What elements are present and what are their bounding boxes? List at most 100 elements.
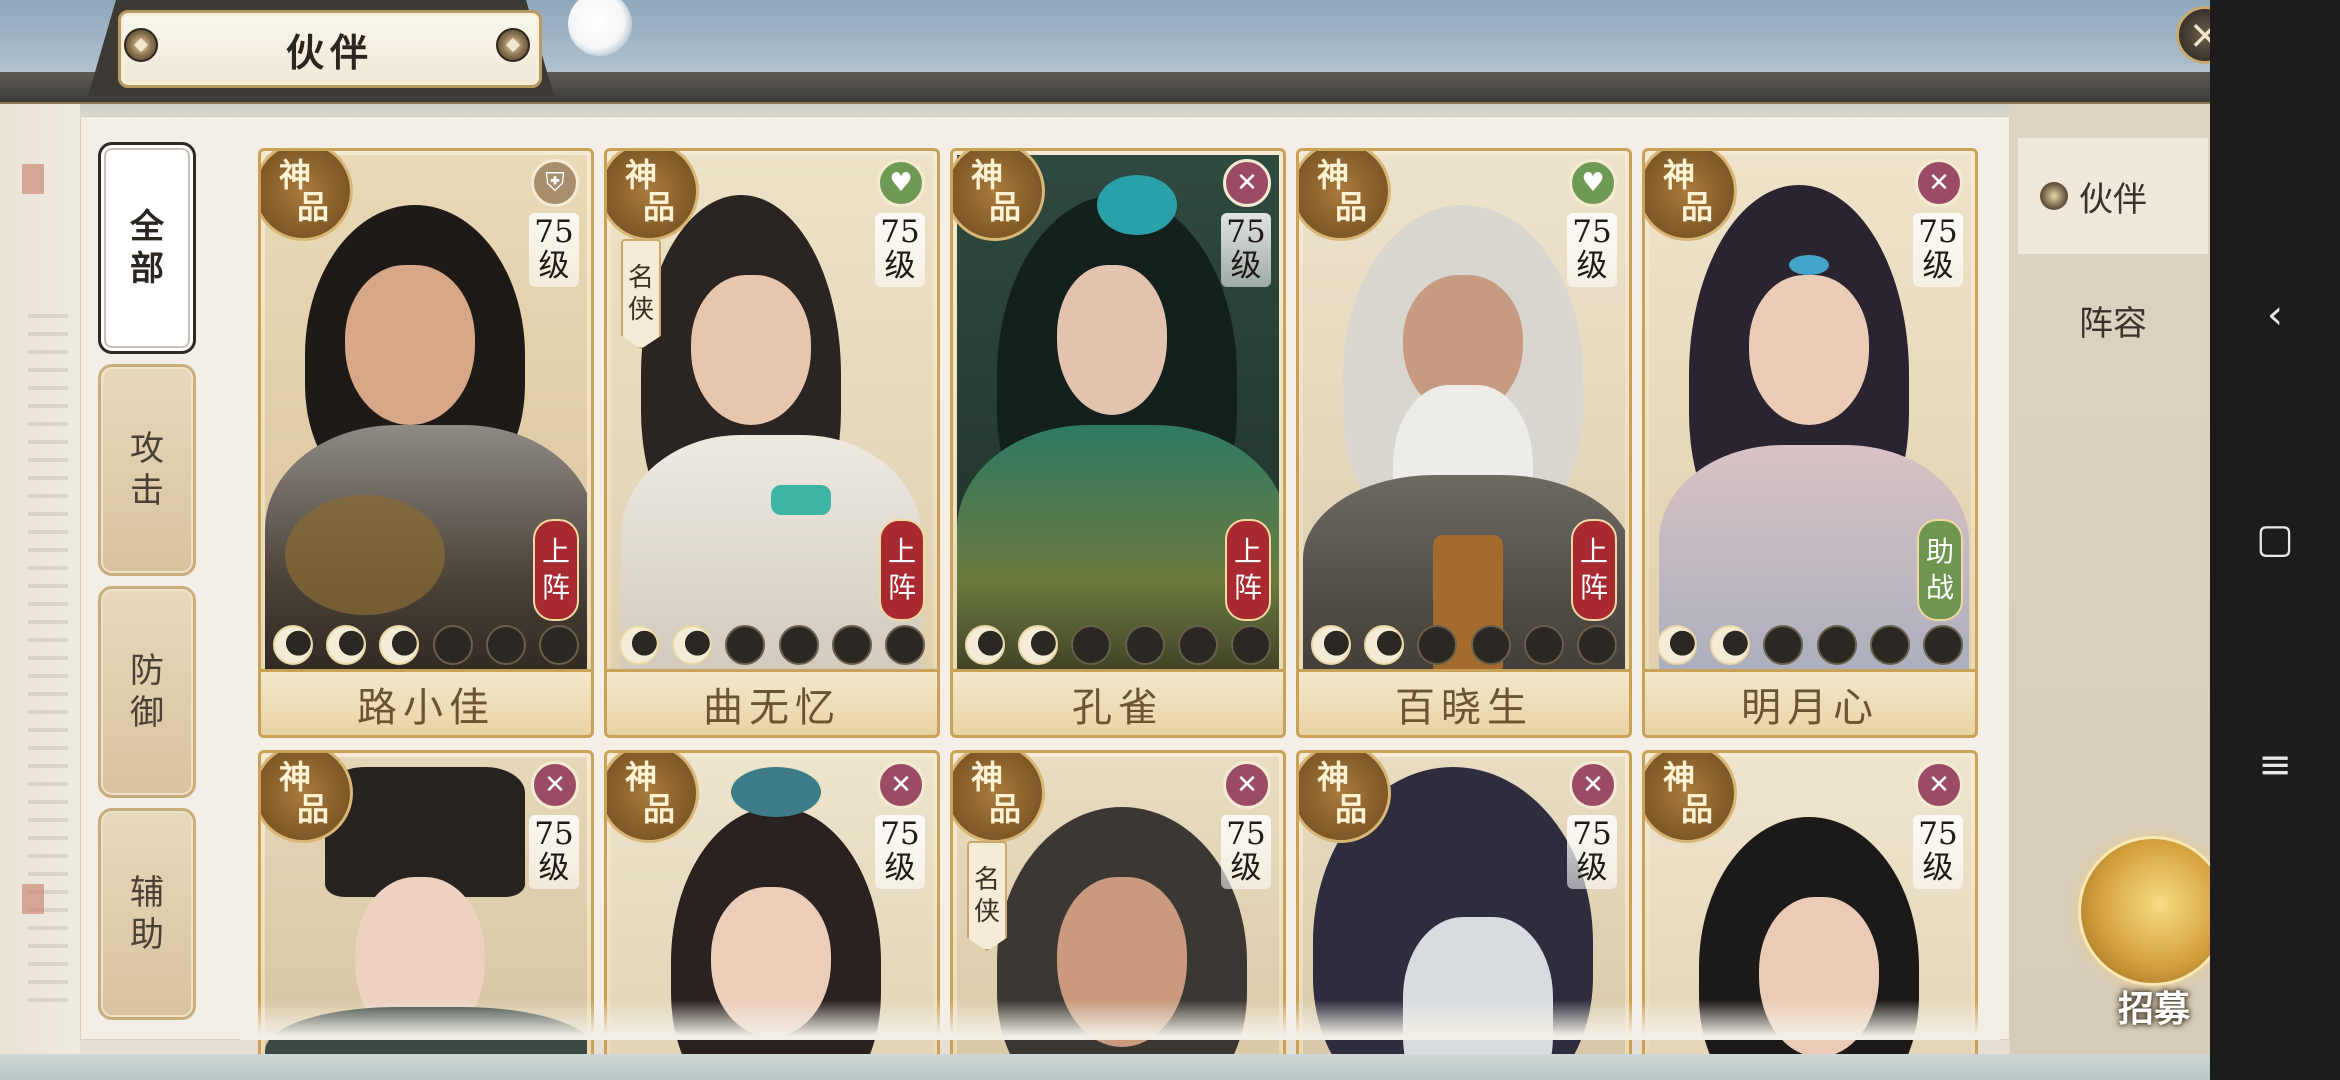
back-button[interactable]: ‹	[2210, 270, 2340, 360]
level-label: 75 级	[1913, 815, 1963, 889]
partner-name: 明月心	[1645, 669, 1975, 735]
filter-label: 御	[130, 693, 164, 733]
recruit-label: 招募	[2117, 988, 2190, 1030]
partner-name: 孔雀	[953, 669, 1283, 735]
filter-tab-defense[interactable]: 防 御	[98, 586, 196, 798]
star-empty-icon	[1071, 625, 1112, 665]
partner-card[interactable]: 神品 ♥ 75 级 上阵 百晓生	[1296, 148, 1632, 738]
partner-card[interactable]: 神品 ✕ 75 级 助战 明月心	[1642, 148, 1978, 738]
level-label: 75 级	[875, 815, 925, 889]
star-empty-icon	[884, 625, 925, 665]
home-icon: ▢	[2256, 516, 2294, 562]
filter-label: 全	[130, 207, 164, 247]
level-label: 75 级	[875, 213, 925, 287]
deployed-badge: 上阵	[1571, 519, 1617, 621]
coin-ornament-icon	[496, 28, 530, 62]
star-lit-icon	[965, 625, 1005, 665]
crossed-swords-icon: ✕	[1223, 159, 1271, 207]
assist-badge: 助战	[1917, 519, 1963, 621]
star-empty-icon	[1576, 625, 1617, 665]
star-rating	[1311, 621, 1617, 669]
filter-label: 击	[130, 471, 164, 511]
partner-card[interactable]: 神品 名侠 ♥ 75 级 上阵 曲无忆	[604, 148, 940, 738]
level-label: 75 级	[1913, 213, 1963, 287]
star-empty-icon	[1470, 625, 1511, 665]
star-rating	[619, 621, 925, 669]
bottom-strip	[0, 1054, 2210, 1080]
crossed-swords-icon: ✕	[1223, 761, 1271, 809]
filter-tab-all[interactable]: 全 部	[98, 142, 196, 354]
level-label: 75 级	[1567, 213, 1617, 287]
star-lit-icon	[379, 625, 420, 665]
star-rating	[273, 621, 579, 669]
tab-label: 伙伴	[2079, 179, 2147, 220]
tab-label: 阵容	[2079, 303, 2147, 344]
page-title: 伙伴	[285, 29, 374, 75]
level-label: 75 级	[529, 815, 579, 889]
star-lit-icon	[672, 625, 713, 665]
star-empty-icon	[538, 625, 579, 665]
crossed-swords-icon: ✕	[1915, 159, 1963, 207]
star-empty-icon	[778, 625, 819, 665]
list-fade	[240, 1000, 2000, 1040]
star-lit-icon	[1657, 625, 1697, 665]
star-lit-icon	[619, 625, 659, 665]
coin-ornament-icon	[124, 28, 158, 62]
filter-label: 攻	[130, 429, 164, 469]
partner-card[interactable]: 神品 ✕ 75 级 上阵 孔雀	[950, 148, 1286, 738]
deployed-badge: 上阵	[879, 519, 925, 621]
partner-name: 曲无忆	[607, 669, 937, 735]
tab-lineup[interactable]: 阵容	[2018, 262, 2208, 378]
star-empty-icon	[725, 625, 766, 665]
coin-icon	[2040, 182, 2068, 210]
filter-label: 辅	[130, 873, 164, 913]
crossed-swords-icon: ✕	[1915, 761, 1963, 809]
recents-button[interactable]: ≡	[2210, 720, 2340, 810]
star-empty-icon	[432, 625, 473, 665]
famous-hero-tag: 名侠	[967, 841, 1007, 951]
shield-icon: ⛨	[531, 159, 579, 207]
star-lit-icon	[273, 625, 313, 665]
level-label: 75 级	[1221, 213, 1271, 287]
title-plaque: 伙伴	[118, 10, 542, 88]
filter-label: 部	[130, 249, 164, 289]
star-empty-icon	[831, 625, 872, 665]
level-label: 75 级	[1221, 815, 1271, 889]
recruit-button[interactable]: 招募	[2076, 830, 2232, 1030]
red-seal-decoration	[22, 164, 44, 194]
calligraphy-scroll	[0, 104, 80, 1054]
tab-partner[interactable]: 伙伴	[2018, 138, 2208, 254]
star-empty-icon	[1124, 625, 1165, 665]
star-lit-icon	[1364, 625, 1405, 665]
back-icon: ‹	[2267, 292, 2283, 338]
level-label: 75 级	[1567, 815, 1617, 889]
crossed-swords-icon: ✕	[1569, 761, 1617, 809]
menu-icon: ≡	[2258, 742, 2292, 788]
partner-card[interactable]: 神品 ⛨ 75 级 上阵 路小佳	[258, 148, 594, 738]
filter-label: 防	[130, 651, 164, 691]
famous-hero-tag: 名侠	[621, 239, 661, 349]
star-rating	[1657, 621, 1963, 669]
crossed-swords-icon: ✕	[531, 761, 579, 809]
star-empty-icon	[1922, 625, 1963, 665]
star-empty-icon	[1763, 625, 1804, 665]
home-button[interactable]: ▢	[2210, 494, 2340, 584]
star-empty-icon	[1417, 625, 1458, 665]
star-empty-icon	[1177, 625, 1218, 665]
recruit-icon	[2078, 836, 2228, 986]
filter-tab-attack[interactable]: 攻 击	[98, 364, 196, 576]
deployed-badge: 上阵	[1225, 519, 1271, 621]
star-empty-icon	[1230, 625, 1271, 665]
heart-icon: ♥	[877, 159, 925, 207]
heart-icon: ♥	[1569, 159, 1617, 207]
filter-tab-support[interactable]: 辅 助	[98, 808, 196, 1020]
star-lit-icon	[1311, 625, 1351, 665]
red-seal-decoration	[22, 884, 44, 914]
star-lit-icon	[1710, 625, 1751, 665]
crossed-swords-icon: ✕	[877, 761, 925, 809]
partner-name: 路小佳	[261, 669, 591, 735]
level-label: 75 级	[529, 213, 579, 287]
star-lit-icon	[1018, 625, 1059, 665]
star-empty-icon	[485, 625, 526, 665]
partner-name: 百晓生	[1299, 669, 1629, 735]
